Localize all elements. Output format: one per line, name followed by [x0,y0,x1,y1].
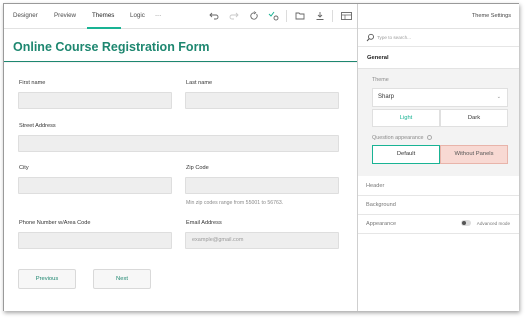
tab-designer[interactable]: Designer [13,12,38,19]
street-address-label: Street Address [19,123,56,129]
city-input[interactable] [18,177,172,194]
header-section-title: Header [366,183,385,189]
search-input[interactable]: Type to search... [377,35,411,40]
appearance-section[interactable]: Appearance Advanced mode [358,215,519,234]
survey-page: First name Last name Street Address City… [4,63,357,311]
city-label: City [19,165,29,171]
theme-dropdown[interactable]: Sharp ⌄ [372,88,508,107]
open-icon[interactable] [294,10,306,22]
survey-canvas: Online Course Registration Form First na… [4,29,357,311]
toolbar-separator [332,10,333,22]
previous-button[interactable]: Previous [18,269,76,289]
tab-themes[interactable]: Themes [92,12,114,19]
background-section[interactable]: Background [358,196,519,215]
theme-settings-panel: Theme Settings Type to search... General… [358,4,519,311]
appearance-default-button[interactable]: Default [372,145,440,164]
email-label: Email Address [186,220,222,226]
advanced-mode-label: Advanced mode [476,221,510,226]
top-toolbar: Designer Preview Themes Logic ··· [4,4,357,29]
general-section-title[interactable]: General [367,55,389,61]
undo-icon[interactable] [208,10,220,22]
theme-editor-window: Designer Preview Themes Logic ··· Online… [3,3,519,311]
phone-label: Phone Number w/Area Code [19,220,91,226]
search-box[interactable]: Type to search... [358,29,519,47]
settings-check-icon[interactable] [268,10,280,22]
more-tabs-button[interactable]: ··· [155,12,161,19]
background-section-title: Background [366,202,396,208]
reset-icon[interactable] [248,10,260,22]
last-name-label: Last name [186,80,213,86]
zip-code-hint: Min zip codes range from 55001 to 56763. [186,200,284,206]
phone-input[interactable] [18,232,172,249]
appearance-section-title: Appearance [366,221,397,227]
zip-code-label: Zip Code [186,165,209,171]
tab-preview[interactable]: Preview [54,12,76,19]
survey-header: Online Course Registration Form [4,29,357,62]
email-input[interactable]: example@gmail.com [185,232,339,249]
theme-dropdown-value: Sharp [378,94,395,100]
redo-icon[interactable] [228,10,240,22]
first-name-label: First name [19,80,46,86]
panel-toggle-icon[interactable] [340,10,352,22]
question-appearance-label: Question appearance [372,135,433,141]
first-name-input[interactable] [18,92,172,109]
theme-label: Theme [372,77,389,83]
last-name-input[interactable] [185,92,339,109]
question-appearance-text: Question appearance [372,135,424,141]
dark-mode-button[interactable]: Dark [440,109,508,127]
toolbar-separator [286,10,287,22]
tab-logic[interactable]: Logic [130,12,145,19]
panel-header: Theme Settings [358,4,519,29]
street-address-input[interactable] [18,135,339,152]
next-button[interactable]: Next [93,269,151,289]
panel-title: Theme Settings [471,13,511,19]
download-icon[interactable] [314,10,326,22]
appearance-without-panels-button[interactable]: Without Panels [440,145,508,164]
chevron-down-icon: ⌄ [496,94,501,100]
header-section[interactable]: Header [358,177,519,196]
zip-code-input[interactable] [185,177,339,194]
advanced-mode-toggle[interactable] [461,220,471,226]
help-icon[interactable] [427,135,433,141]
survey-title: Online Course Registration Form [13,40,210,54]
search-icon [366,33,375,42]
light-mode-button[interactable]: Light [372,109,440,127]
